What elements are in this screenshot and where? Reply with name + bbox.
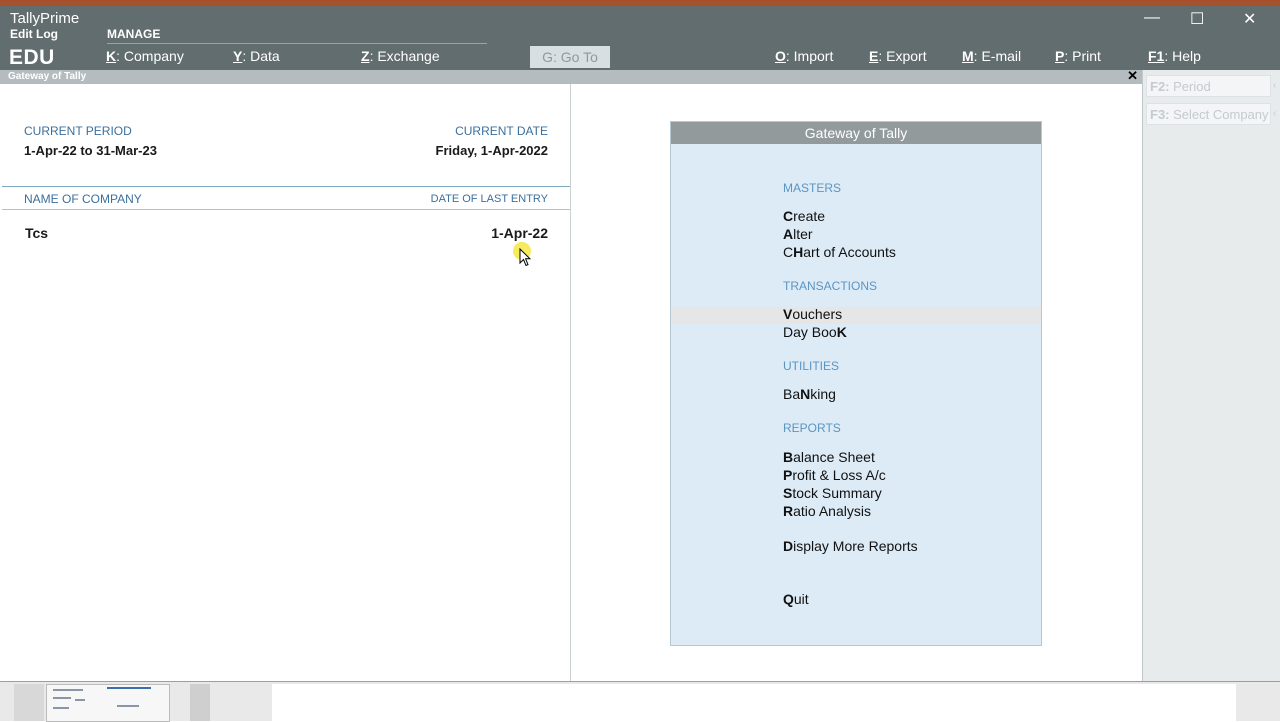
screen-close-icon[interactable]: ✕ (1127, 68, 1138, 84)
manage-divider (107, 43, 487, 44)
menu-ratio-analysis[interactable]: Ratio Analysis (783, 503, 871, 519)
current-period-label: CURRENT PERIOD (24, 124, 132, 138)
current-date-value[interactable]: Friday, 1-Apr-2022 (436, 143, 548, 158)
mouse-pointer-icon (519, 248, 531, 267)
menu-balance-sheet[interactable]: Balance Sheet (783, 449, 875, 465)
company-column-header: NAME OF COMPANY (24, 192, 142, 206)
current-date-label: CURRENT DATE (455, 124, 548, 138)
menu-chart-of-accounts[interactable]: CHart of Accounts (783, 244, 896, 260)
gateway-menu: Gateway of Tally MASTERS Create Alter CH… (670, 121, 1042, 646)
menu-vouchers[interactable]: Vouchers (783, 306, 842, 322)
menu-stock-summary[interactable]: Stock Summary (783, 485, 882, 501)
menu-quit[interactable]: Quit (783, 591, 809, 607)
taskbar-segment (14, 684, 44, 721)
title-bar: TallyPrime Edit Log EDU MANAGE K: Compan… (0, 6, 1280, 70)
section-utilities: UTILITIES (783, 359, 840, 373)
section-reports: REPORTS (783, 421, 841, 435)
menu-import[interactable]: O: Import (775, 48, 833, 64)
menu-email[interactable]: M: E-mail (962, 48, 1021, 64)
goto-button[interactable]: G: Go To (530, 46, 610, 68)
edit-log-label[interactable]: Edit Log (10, 27, 58, 41)
current-period-value[interactable]: 1-Apr-22 to 31-Mar-23 (24, 143, 157, 158)
manage-label: MANAGE (107, 27, 161, 41)
breadcrumb-title: Gateway of Tally (8, 71, 87, 82)
menu-profit-loss[interactable]: Profit & Loss A/c (783, 467, 886, 483)
window-thumbnail[interactable] (46, 684, 170, 722)
thumb-line (107, 687, 151, 689)
right-button-bar: F2: Period ‹ F3: Select Company ‹ (1142, 70, 1280, 681)
section-transactions: TRANSACTIONS (783, 279, 878, 293)
taskbar-blank-area (272, 684, 1236, 721)
chevron-left-icon: ‹ (1273, 80, 1277, 91)
header-divider-top (2, 186, 570, 187)
maximize-icon[interactable]: ☐ (1190, 9, 1204, 29)
period-button[interactable]: F2: Period (1146, 75, 1271, 97)
minimize-icon[interactable]: — (1144, 9, 1160, 27)
menu-day-book[interactable]: Day BooK (783, 324, 847, 340)
menu-export[interactable]: E: Export (869, 48, 927, 64)
selected-row-highlight (671, 307, 1041, 324)
taskbar-segment (190, 684, 210, 721)
breadcrumb: Gateway of Tally ✕ (0, 68, 1142, 84)
company-info-panel: CURRENT PERIOD 1-Apr-22 to 31-Mar-23 CUR… (2, 84, 571, 681)
menu-create[interactable]: Create (783, 208, 825, 224)
section-masters: MASTERS (783, 181, 842, 195)
app-name: TallyPrime (10, 10, 80, 27)
company-name[interactable]: Tcs (25, 225, 48, 241)
taskbar (0, 681, 1280, 722)
chevron-left-icon: ‹ (1273, 108, 1277, 119)
thumb-line (53, 707, 69, 709)
gateway-title: Gateway of Tally (671, 122, 1041, 144)
header-divider-bottom (2, 209, 570, 210)
thumb-line (53, 697, 71, 699)
close-icon[interactable]: ✕ (1243, 9, 1256, 29)
menu-print[interactable]: P: Print (1055, 48, 1101, 64)
menu-help[interactable]: F1: Help (1148, 48, 1201, 64)
menu-alter[interactable]: Alter (783, 226, 813, 242)
last-entry-date: 1-Apr-22 (491, 225, 548, 241)
thumb-line (117, 705, 139, 707)
menu-exchange[interactable]: Z: Exchange (361, 48, 440, 64)
thumb-line (53, 689, 83, 691)
select-company-button[interactable]: F3: Select Company (1146, 103, 1271, 125)
thumb-line (75, 699, 85, 701)
menu-display-more-reports[interactable]: Display More Reports (783, 538, 918, 554)
menu-banking[interactable]: BaNking (783, 386, 836, 402)
menu-company[interactable]: K: Company (106, 48, 184, 64)
edition-badge: EDU (9, 46, 55, 69)
last-entry-column-header: DATE OF LAST ENTRY (430, 193, 548, 205)
menu-data[interactable]: Y: Data (233, 48, 280, 64)
